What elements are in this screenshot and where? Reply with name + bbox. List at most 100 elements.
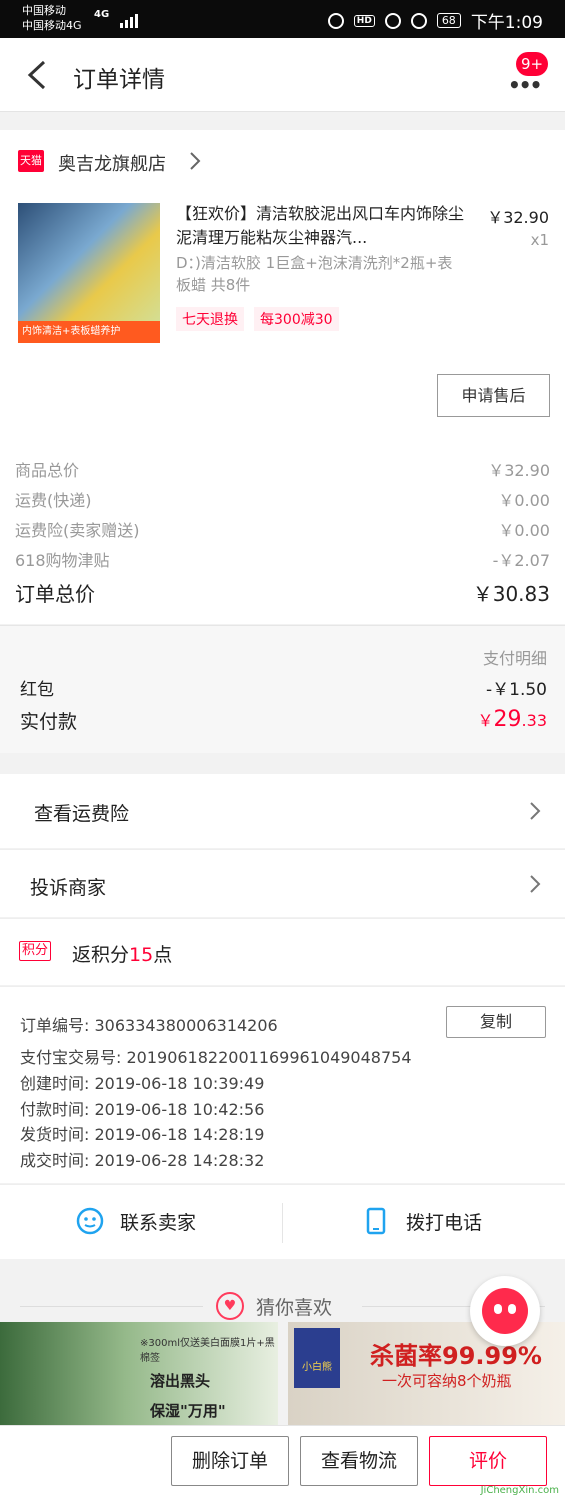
- shop-name[interactable]: 奥吉龙旗舰店: [58, 150, 166, 176]
- contact-bar: 联系卖家 拨打电话: [0, 1184, 565, 1259]
- tag-discount: 每300减30: [254, 307, 339, 331]
- summary-row: 运费(快递) ￥0.00: [15, 487, 550, 511]
- shipping-insurance-row[interactable]: 查看运费险: [0, 774, 565, 848]
- order-total-label: 订单总价: [15, 582, 95, 606]
- view-logistics-button[interactable]: 查看物流: [300, 1436, 418, 1486]
- points-text: 返积分15点: [72, 940, 172, 967]
- chevron-right-icon[interactable]: [188, 150, 202, 172]
- tmall-logo: 天猫: [18, 150, 44, 172]
- product-qty: x1: [530, 231, 549, 249]
- summary-row: 运费险(卖家赠送) ￥0.00: [15, 517, 550, 541]
- order-number: 订单编号: 306334380006314206: [20, 1016, 278, 1035]
- summary-value: ￥0.00: [498, 491, 550, 510]
- shipping-insurance-label: 查看运费险: [34, 803, 130, 825]
- rec1-text-b: 保湿"万用": [150, 1402, 226, 1420]
- paid-currency: ￥: [477, 711, 494, 730]
- summary-row: 618购物津贴 -￥2.07: [15, 547, 550, 571]
- summary-label: 商品总价: [15, 461, 80, 480]
- paid-value: ￥29.33: [478, 707, 547, 732]
- complain-label: 投诉商家: [30, 877, 107, 899]
- product-image[interactable]: 内饰清洁+表板蜡养护: [18, 203, 160, 343]
- mascot-eye: [494, 1304, 502, 1314]
- more-menu-icon[interactable]: •••: [508, 73, 542, 97]
- heart-icon: ♥: [216, 1292, 244, 1320]
- redpacket-value: -￥1.50: [486, 680, 547, 700]
- points-value: 15: [129, 944, 154, 966]
- payment-detail-label: 支付明细: [482, 649, 547, 668]
- phone-icon: [366, 1207, 386, 1235]
- call-phone-label: 拨打电话: [406, 1211, 483, 1234]
- summary-value: ￥32.90: [488, 461, 550, 480]
- delete-order-button[interactable]: 删除订单: [171, 1436, 289, 1486]
- copy-button[interactable]: 复制: [446, 1006, 546, 1038]
- status-bar: 中国移动 中国移动4G 4G HD 68 下午1:09: [0, 0, 565, 38]
- paid-time: 付款时间: 2019-06-18 10:42:56: [20, 1100, 265, 1119]
- contact-seller-button[interactable]: 联系卖家: [76, 1207, 196, 1235]
- recommendations-title-text: 猜你喜欢: [256, 1296, 333, 1319]
- floating-assistant-icon[interactable]: [470, 1276, 540, 1346]
- chevron-right-icon: [530, 802, 541, 820]
- points-badge: 积分: [19, 941, 52, 961]
- divider-line: [20, 1306, 203, 1307]
- review-button[interactable]: 评价: [429, 1436, 547, 1486]
- summary-label: 运费(快递): [15, 491, 92, 510]
- paid-row: 实付款 ￥29.33: [20, 707, 547, 734]
- redpacket-row: 红包 -￥1.50: [20, 675, 547, 700]
- created-time: 创建时间: 2019-06-18 10:39:49: [20, 1074, 265, 1093]
- alipay-number: 支付宝交易号: 2019061822001169961049048754: [20, 1048, 412, 1067]
- complain-row[interactable]: 投诉商家: [0, 849, 565, 917]
- carrier-2: 中国移动4G: [22, 19, 82, 32]
- product-tags: 七天退换 每300减30: [176, 307, 339, 331]
- order-total-row: 订单总价 ￥30.83: [15, 578, 550, 607]
- header: 订单详情 ••• 9+: [0, 38, 565, 112]
- product-title[interactable]: 【狂欢价】清洁软胶泥出风口车内饰除尘泥清理万能粘灰尘神器汽...: [176, 202, 468, 250]
- chevron-right-icon: [530, 875, 541, 893]
- mascot-eye: [508, 1304, 516, 1314]
- carrier-1: 中国移动: [22, 4, 66, 17]
- chat-icon: [76, 1207, 104, 1235]
- watermark: JiChengXin.com: [480, 1485, 559, 1496]
- redpacket-label: 红包: [20, 680, 54, 700]
- eye-icon: [384, 12, 401, 29]
- summary-label: 运费险(卖家赠送): [15, 521, 140, 540]
- shipped-time: 发货时间: 2019-06-18 14:28:19: [20, 1125, 265, 1144]
- rec1-text-a: 溶出黑头: [150, 1372, 211, 1390]
- headset-icon: [327, 12, 344, 29]
- completed-time: 成交时间: 2019-06-28 14:28:32: [20, 1151, 265, 1170]
- clock: 下午1:09: [470, 13, 543, 33]
- points-suffix: 点: [153, 944, 173, 966]
- summary-row: 商品总价 ￥32.90: [15, 457, 550, 481]
- mute-icon: [410, 12, 427, 29]
- tag-return: 七天退换: [176, 307, 244, 331]
- rec1-top-text: ※300ml仅送美白面膜1片+黑棉签: [140, 1338, 275, 1364]
- status-right: HD 68 下午1:09: [327, 8, 543, 33]
- product-image-tag: 内饰清洁+表板蜡养护: [18, 321, 160, 343]
- after-sale-button[interactable]: 申请售后: [437, 374, 550, 417]
- hd-icon: HD: [353, 14, 375, 27]
- points-row: 积分 返积分15点: [0, 918, 565, 985]
- order-total-value: ￥30.83: [472, 582, 550, 606]
- payment-section: 支付明细 红包 -￥1.50 实付款 ￥29.33: [0, 625, 565, 753]
- summary-value: -￥2.07: [492, 551, 550, 570]
- points-prefix: 返积分: [72, 944, 130, 966]
- signal-icon: [120, 10, 138, 28]
- contact-divider: [282, 1203, 283, 1243]
- paid-decimal: .33: [521, 711, 547, 730]
- back-arrow-icon[interactable]: [26, 60, 48, 90]
- paid-integer: 29: [493, 707, 522, 732]
- carrier-info: 中国移动 中国移动4G: [22, 3, 82, 33]
- battery-icon: 68: [436, 13, 461, 28]
- recommendation-card[interactable]: ※300ml仅送美白面膜1片+黑棉签 溶出黑头 保湿"万用": [0, 1322, 278, 1432]
- paid-label: 实付款: [20, 711, 78, 733]
- network-type: 4G: [94, 9, 110, 20]
- brand-logo: 小白熊: [294, 1328, 340, 1388]
- summary-value: ￥0.00: [498, 521, 550, 540]
- recommendations-title: ♥ 猜你喜欢: [216, 1292, 332, 1320]
- order-card: 天猫 奥吉龙旗舰店 内饰清洁+表板蜡养护 【狂欢价】清洁软胶泥出风口车内饰除尘泥…: [0, 130, 565, 624]
- product-spec: D：)清洁软胶 1巨盒+泡沫清洗剂*2瓶+表板蜡 共8件: [176, 254, 453, 294]
- call-phone-button[interactable]: 拨打电话: [362, 1207, 482, 1235]
- rec2-text-b: 一次可容纳8个奶瓶: [382, 1372, 512, 1390]
- summary-label: 618购物津贴: [15, 551, 110, 570]
- mascot-face: [482, 1288, 528, 1334]
- bottom-action-bar: 删除订单 查看物流 评价 JiChengXin.com: [0, 1425, 565, 1500]
